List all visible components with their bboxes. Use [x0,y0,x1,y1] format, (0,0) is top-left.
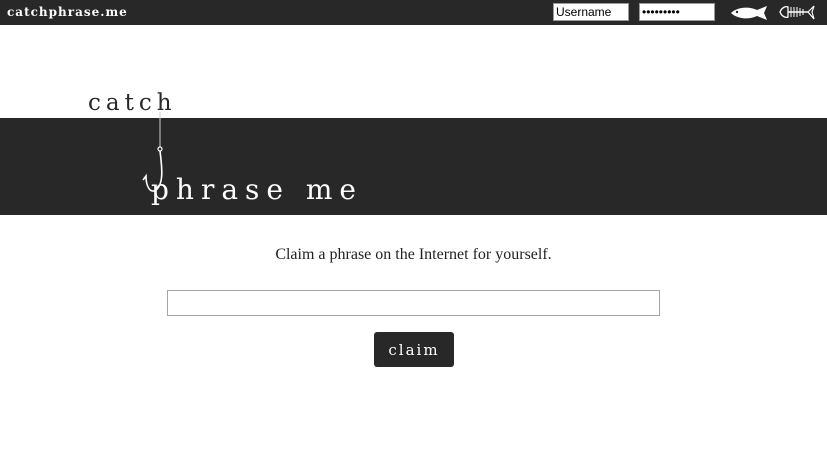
logo-phrase-me-text: phrase me [151,173,363,206]
fish-icon[interactable] [729,5,769,21]
username-field[interactable] [553,3,629,21]
tagline: Claim a phrase on the Internet for yours… [275,246,552,263]
header-band [0,118,827,215]
top-bar: catchphrase.me [0,0,827,25]
claim-button[interactable]: claim [374,332,454,367]
phrase-input[interactable] [167,290,660,316]
site-brand[interactable]: catchphrase.me [7,5,128,19]
fish-bones-icon[interactable] [778,4,816,21]
password-field[interactable] [639,3,715,21]
